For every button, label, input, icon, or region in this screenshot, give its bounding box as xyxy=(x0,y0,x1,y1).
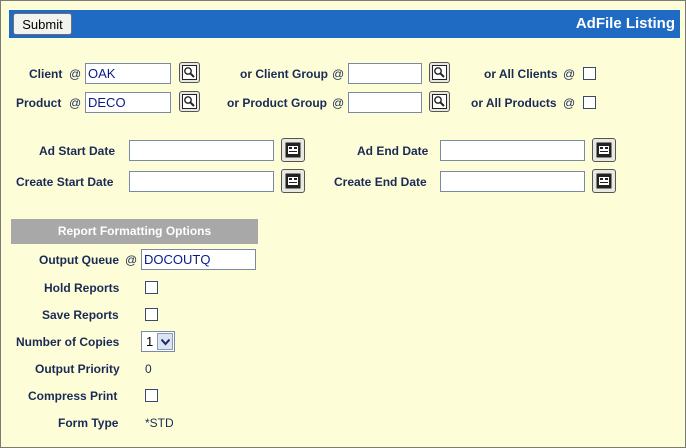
chevron-down-icon xyxy=(161,338,170,346)
calendar-icon xyxy=(285,142,301,158)
client-group-lookup-button[interactable] xyxy=(429,62,450,83)
calendar-icon xyxy=(596,173,612,189)
client-group-at-symbol: @ xyxy=(332,67,345,81)
create-start-date-calendar-button[interactable] xyxy=(281,169,305,193)
calendar-icon xyxy=(285,173,301,189)
ad-end-date-input[interactable] xyxy=(440,140,585,161)
ad-start-date-input[interactable] xyxy=(129,140,274,161)
client-input[interactable] xyxy=(85,63,171,84)
all-products-label: or All Products xyxy=(471,96,557,110)
output-queue-input[interactable] xyxy=(141,249,256,270)
compress-print-label: Compress Print xyxy=(28,389,118,403)
product-group-input[interactable] xyxy=(348,92,422,113)
product-group-lookup-button[interactable] xyxy=(429,91,450,112)
title-bar: Submit AdFile Listing xyxy=(9,10,680,38)
hold-reports-checkbox[interactable] xyxy=(145,281,158,294)
create-end-date-calendar-button[interactable] xyxy=(592,169,616,193)
ad-end-date-calendar-button[interactable] xyxy=(592,138,616,162)
ad-end-date-label: Ad End Date xyxy=(357,144,429,158)
client-lookup-button[interactable] xyxy=(179,62,200,83)
magnifier-lookup-icon xyxy=(432,65,447,80)
all-clients-checkbox[interactable] xyxy=(583,67,596,80)
client-label: Client xyxy=(29,67,63,81)
all-products-checkbox[interactable] xyxy=(583,96,596,109)
product-group-at-symbol: @ xyxy=(332,96,345,110)
all-clients-at-symbol: @ xyxy=(563,67,576,81)
output-queue-label: Output Queue xyxy=(39,253,119,267)
report-formatting-section-header: Report Formatting Options xyxy=(11,219,258,244)
calendar-icon xyxy=(596,142,612,158)
output-queue-at-symbol: @ xyxy=(125,253,138,267)
create-start-date-label: Create Start Date xyxy=(16,175,114,189)
copies-dropdown-arrow[interactable] xyxy=(157,333,173,350)
create-start-date-input[interactable] xyxy=(129,171,274,192)
product-at-symbol: @ xyxy=(69,96,82,110)
create-end-date-input[interactable] xyxy=(440,171,585,192)
save-reports-checkbox[interactable] xyxy=(145,308,158,321)
output-priority-label: Output Priority xyxy=(35,362,120,376)
client-group-label: or Client Group xyxy=(240,67,328,81)
submit-button[interactable]: Submit xyxy=(13,13,72,35)
product-lookup-button[interactable] xyxy=(179,91,200,112)
ad-start-date-calendar-button[interactable] xyxy=(281,138,305,162)
compress-print-checkbox[interactable] xyxy=(145,389,158,402)
product-label: Product xyxy=(16,96,62,110)
number-of-copies-select[interactable]: 1 xyxy=(141,331,175,352)
output-priority-value: 0 xyxy=(145,362,152,376)
all-clients-label: or All Clients xyxy=(484,67,558,81)
magnifier-lookup-icon xyxy=(182,65,197,80)
magnifier-lookup-icon xyxy=(432,94,447,109)
page-title: AdFile Listing xyxy=(575,15,675,32)
client-group-input[interactable] xyxy=(348,63,422,84)
ad-start-date-label: Ad Start Date xyxy=(39,144,116,158)
form-type-value: *STD xyxy=(145,416,174,430)
product-input[interactable] xyxy=(85,92,171,113)
all-products-at-symbol: @ xyxy=(563,96,576,110)
product-group-label: or Product Group xyxy=(227,96,327,110)
save-reports-label: Save Reports xyxy=(42,308,119,322)
adfile-listing-form: Submit AdFile Listing Client @ or Client… xyxy=(0,0,686,448)
hold-reports-label: Hold Reports xyxy=(44,281,120,295)
number-of-copies-label: Number of Copies xyxy=(16,335,120,349)
client-at-symbol: @ xyxy=(69,67,82,81)
magnifier-lookup-icon xyxy=(182,94,197,109)
create-end-date-label: Create End Date xyxy=(334,175,427,189)
number-of-copies-value: 1 xyxy=(146,334,154,349)
form-type-label: Form Type xyxy=(58,416,119,430)
